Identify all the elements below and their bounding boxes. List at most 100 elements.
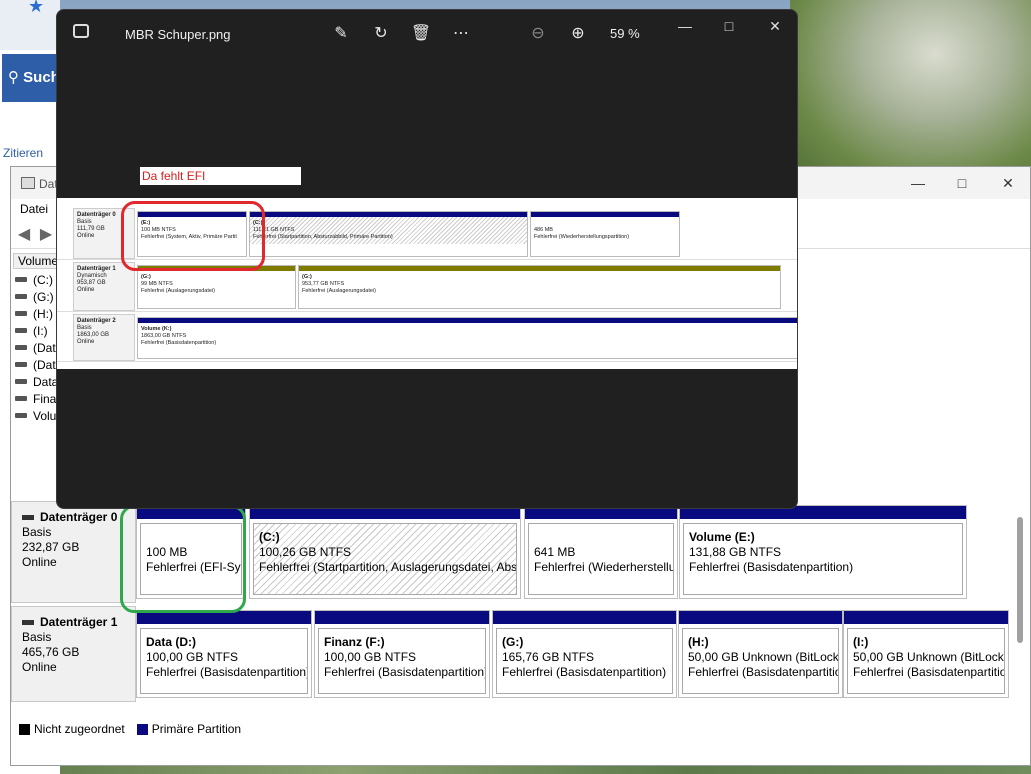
viewed-disk-type: Basis xyxy=(77,219,92,225)
rotate-icon[interactable]: ↻ xyxy=(369,22,393,46)
partition-status: Fehlerfrei (Startpartition, Auslagerungs… xyxy=(259,560,517,574)
partition-size: 165,76 GB NTFS xyxy=(502,650,595,664)
quote-link[interactable]: Zitieren xyxy=(3,146,43,160)
disk-name: Datenträger 1 xyxy=(22,615,125,630)
close-icon[interactable]: ✕ xyxy=(997,173,1019,193)
partition-block[interactable]: (G:) 165,76 GB NTFS Fehlerfrei (Basisdaten… xyxy=(492,610,677,698)
viewed-disk-status: Online xyxy=(77,233,95,239)
partition-size: 50,00 GB Unknown (BitLocke xyxy=(688,650,839,664)
partition-status: Fehlerfrei (Basisdatenpartition) xyxy=(689,560,854,574)
partition-status: Fehlerfrei (Basisdatenpartition) xyxy=(853,665,1005,679)
viewed-partition-body: Volume (K:) 1863,00 GB NTFS Fehlerfrei (Ba… xyxy=(138,323,797,350)
viewed-partition-status: Fehlerfrei (Wiederherstellungspartition) xyxy=(534,234,630,240)
partition-block[interactable]: (C:) 100,26 GB NTFS Fehlerfrei (Startparti… xyxy=(249,505,521,599)
partition-bar xyxy=(315,611,489,624)
viewed-disk-type: Basis xyxy=(77,325,92,331)
disk-name: Datenträger 0 xyxy=(22,510,125,525)
viewed-disk-name: Datenträger 0 xyxy=(77,212,116,218)
volume-name: (H:) xyxy=(33,306,53,321)
partition-body: (I:) 50,00 GB Unknown (BitLocke Fehlerfrei… xyxy=(847,628,1005,694)
disk-icon xyxy=(22,515,34,520)
drive-icon xyxy=(15,396,27,401)
viewed-partition-size: 99 MB NTFS xyxy=(141,281,173,287)
forum-search-button[interactable]: ⚲ Such xyxy=(2,54,60,102)
delete-icon[interactable]: 🗑 xyxy=(409,22,433,46)
maximize-icon[interactable]: □ xyxy=(717,16,741,36)
partition-status: Fehlerfrei (Basisdatenpartition) xyxy=(688,665,839,679)
partition-body: 641 MB Fehlerfrei (Wiederherstellu xyxy=(528,523,674,595)
volume-name: Data xyxy=(33,374,59,389)
forward-arrow-icon[interactable]: ▶ xyxy=(37,226,55,244)
viewed-partition-block: (C:) 111,21 GB NTFS Fehlerfrei (Startparti… xyxy=(249,211,528,257)
star-icon[interactable]: ★ xyxy=(28,0,44,17)
partition-body: Data (D:) 100,00 GB NTFS Fehlerfrei (Basis… xyxy=(140,628,308,694)
drive-icon xyxy=(15,328,27,333)
drive-icon xyxy=(15,379,27,384)
vertical-scrollbar[interactable] xyxy=(1017,517,1023,643)
partition-bar xyxy=(679,611,842,624)
viewed-disk-label: Datenträger 2 Basis 1863,00 GB Online xyxy=(73,314,135,361)
back-arrow-icon[interactable]: ◀ xyxy=(15,226,33,244)
partition-title: Volume (E:) xyxy=(689,530,755,544)
viewed-partition-size: 111,21 GB NTFS xyxy=(253,227,295,233)
browser-topbar: ★ xyxy=(0,0,60,50)
partition-status: Fehlerfrei (Wiederherstellu xyxy=(534,560,674,574)
partition-bar xyxy=(493,611,676,624)
viewed-partition-status: Fehlerfrei (Startpartition, Absturzabbil… xyxy=(253,234,393,240)
viewed-disk-name: Datenträger 1 xyxy=(77,266,116,272)
volume-name: (C:) xyxy=(33,272,53,287)
viewer-filename: MBR Schuper.png xyxy=(125,27,231,42)
zoom-out-icon[interactable]: ⊖ xyxy=(526,22,550,46)
drive-icon xyxy=(15,311,27,316)
drive-icon xyxy=(15,345,27,350)
maximize-icon[interactable]: □ xyxy=(951,173,973,193)
zoom-in-icon[interactable]: ⊕ xyxy=(566,22,590,46)
partition-status: Fehlerfrei (Basisdatenpartition) xyxy=(324,665,486,679)
viewed-partition-title: (G:) xyxy=(302,274,312,280)
partition-size: 100,26 GB NTFS xyxy=(259,545,352,559)
disk-management-app-icon xyxy=(21,177,35,189)
legend-swatch xyxy=(136,723,148,735)
disk-name-text: Datenträger 1 xyxy=(40,615,118,629)
disk-label[interactable]: Datenträger 1 Basis 465,76 GB Online xyxy=(11,606,136,702)
partition-title: (H:) xyxy=(688,635,709,649)
partition-block[interactable]: (I:) 50,00 GB Unknown (BitLocke Fehlerfrei… xyxy=(843,610,1009,698)
partition-block[interactable]: Finanz (F:) 100,00 GB NTFS Fehlerfrei (Bas… xyxy=(314,610,490,698)
partition-title: Finanz (F:) xyxy=(324,635,385,649)
close-icon[interactable]: ✕ xyxy=(763,16,787,36)
partition-bar xyxy=(844,611,1008,624)
partition-title: (I:) xyxy=(853,635,869,649)
viewed-partition-body: (C:) 111,21 GB NTFS Fehlerfrei (Startparti… xyxy=(250,217,527,244)
disk-type: Basis xyxy=(22,525,52,539)
legend-label: Primäre Partition xyxy=(151,722,242,736)
viewed-partition-block: 486 MB Fehlerfrei (Wiederherstellungspart… xyxy=(530,211,680,257)
minimize-icon[interactable]: — xyxy=(907,173,929,193)
viewer-titlebar: MBR Schuper.png ✎ ↻ 🗑 ⋯ ⊖ ⊕ 59 % — □ ✕ xyxy=(57,10,797,58)
disk-name-text: Datenträger 0 xyxy=(40,510,118,524)
search-icon: ⚲ xyxy=(8,69,19,86)
photos-viewer-window: MBR Schuper.png ✎ ↻ 🗑 ⋯ ⊖ ⊕ 59 % — □ ✕ D… xyxy=(56,9,798,509)
gallery-icon[interactable] xyxy=(73,24,89,38)
partition-block[interactable]: Data (D:) 100,00 GB NTFS Fehlerfrei (Basis… xyxy=(136,610,312,698)
partition-block[interactable]: 641 MB Fehlerfrei (Wiederherstellu xyxy=(524,505,678,599)
red-highlight-annotation xyxy=(121,201,265,271)
menu-datei[interactable]: Datei xyxy=(20,202,48,216)
edit-image-icon[interactable]: ✎ xyxy=(329,22,353,46)
viewed-partition-title: Volume (K:) xyxy=(141,326,172,332)
viewed-partition-title xyxy=(534,220,676,227)
partition-size: 131,88 GB NTFS xyxy=(689,545,782,559)
disk-size: 232,87 GB xyxy=(22,540,80,554)
partition-block[interactable]: Volume (E:) 131,88 GB NTFS Fehlerfrei (Bas… xyxy=(679,505,967,599)
disk-row: Datenträger 1 Basis 465,76 GB Online Data (D… xyxy=(11,606,1019,702)
viewed-disk-type: Dynamisch xyxy=(77,273,107,279)
search-label: Such xyxy=(23,69,60,86)
minimize-icon[interactable]: — xyxy=(673,16,697,36)
partition-title: (G:) xyxy=(502,635,524,649)
viewed-partition-status: Fehlerfrei (Auslagerungsdatei) xyxy=(141,288,215,294)
more-options-icon[interactable]: ⋯ xyxy=(449,22,473,46)
volume-name: Volu xyxy=(33,408,57,423)
partition-block[interactable]: (H:) 50,00 GB Unknown (BitLocke Fehlerfrei… xyxy=(678,610,843,698)
partition-body: Finanz (F:) 100,00 GB NTFS Fehlerfrei (Bas… xyxy=(318,628,486,694)
disk-label[interactable]: Datenträger 0 Basis 232,87 GB Online xyxy=(11,501,136,603)
zoom-level[interactable]: 59 % xyxy=(610,26,640,41)
